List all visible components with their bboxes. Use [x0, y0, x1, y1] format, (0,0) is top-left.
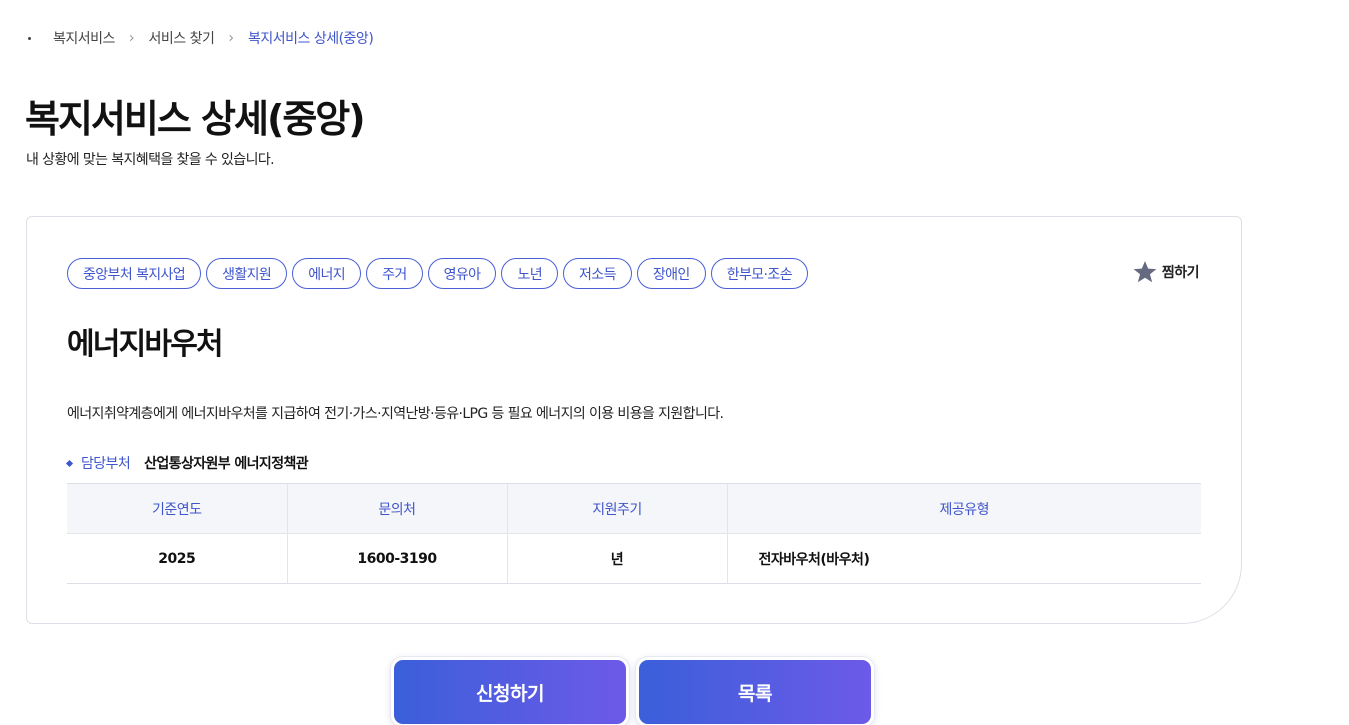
- cell-contact: 1600-3190: [286, 533, 507, 584]
- tag-infant[interactable]: 영유아: [427, 258, 497, 289]
- header-support-cycle: 지원주기: [506, 483, 727, 534]
- tag-housing[interactable]: 주거: [366, 258, 423, 289]
- apply-button[interactable]: 신청하기: [391, 657, 629, 725]
- department-info: 담당부처 산업통상자원부 에너지정책관: [65, 453, 309, 473]
- tag-energy[interactable]: 에너지: [292, 258, 362, 289]
- department-label: 담당부처: [81, 456, 131, 472]
- home-dot-icon: [28, 36, 31, 40]
- table-row: 2025 1600-3190 년 전자바우처(바우처): [67, 533, 1201, 584]
- table-header-row: 기준연도 문의처 지원주기 제공유형: [67, 483, 1201, 534]
- diamond-bullet-icon: [65, 459, 74, 467]
- tag-disabled[interactable]: 장애인: [636, 258, 706, 289]
- tag-single-parent[interactable]: 한부모·조손: [710, 258, 808, 289]
- chevron-right-icon: ›: [128, 29, 135, 47]
- department-value: 산업통상자원부 에너지정책관: [144, 456, 309, 472]
- breadcrumb-welfare-service[interactable]: 복지서비스: [53, 28, 115, 48]
- header-contact: 문의처: [286, 483, 507, 534]
- service-description: 에너지취약계층에게 에너지바우처를 지급하여 전기·가스·지역난방·등유·LPG…: [67, 406, 724, 422]
- cell-support-cycle: 년: [506, 533, 727, 584]
- category-tags: 중앙부처 복지사업 생활지원 에너지 주거 영유아 노년 저소득 장애인 한부모…: [67, 258, 808, 289]
- favorite-label: 찜하기: [1161, 265, 1200, 281]
- tag-elderly[interactable]: 노년: [501, 258, 559, 289]
- tag-living-support[interactable]: 생활지원: [206, 258, 288, 289]
- page-title: 복지서비스 상세(중앙): [25, 97, 366, 141]
- tag-central-welfare[interactable]: 중앙부처 복지사업: [67, 258, 202, 289]
- breadcrumb-service-search[interactable]: 서비스 찾기: [149, 28, 215, 48]
- header-base-year: 기준연도: [67, 483, 287, 534]
- page-description: 내 상황에 맞는 복지혜택을 찾을 수 있습니다.: [26, 152, 275, 168]
- breadcrumb-current: 복지서비스 상세(중앙): [247, 31, 374, 47]
- tag-low-income[interactable]: 저소득: [563, 258, 632, 289]
- service-info-table: 기준연도 문의처 지원주기 제공유형 2025 1600-3190 년 전자바우…: [67, 483, 1201, 584]
- list-button[interactable]: 목록: [636, 657, 874, 725]
- star-icon: [1132, 259, 1158, 285]
- service-title: 에너지바우처: [67, 327, 224, 362]
- service-detail-card: 중앙부처 복지사업 생활지원 에너지 주거 영유아 노년 저소득 장애인 한부모…: [26, 216, 1242, 624]
- cell-provision-type: 전자바우처(바우처): [726, 533, 1201, 584]
- header-provision-type: 제공유형: [726, 483, 1201, 534]
- favorite-button[interactable]: 찜하기: [1132, 259, 1200, 285]
- breadcrumb: 복지서비스 › 서비스 찾기 › 복지서비스 상세(중앙): [26, 28, 374, 48]
- chevron-right-icon: ›: [228, 29, 234, 47]
- cell-base-year: 2025: [67, 533, 287, 584]
